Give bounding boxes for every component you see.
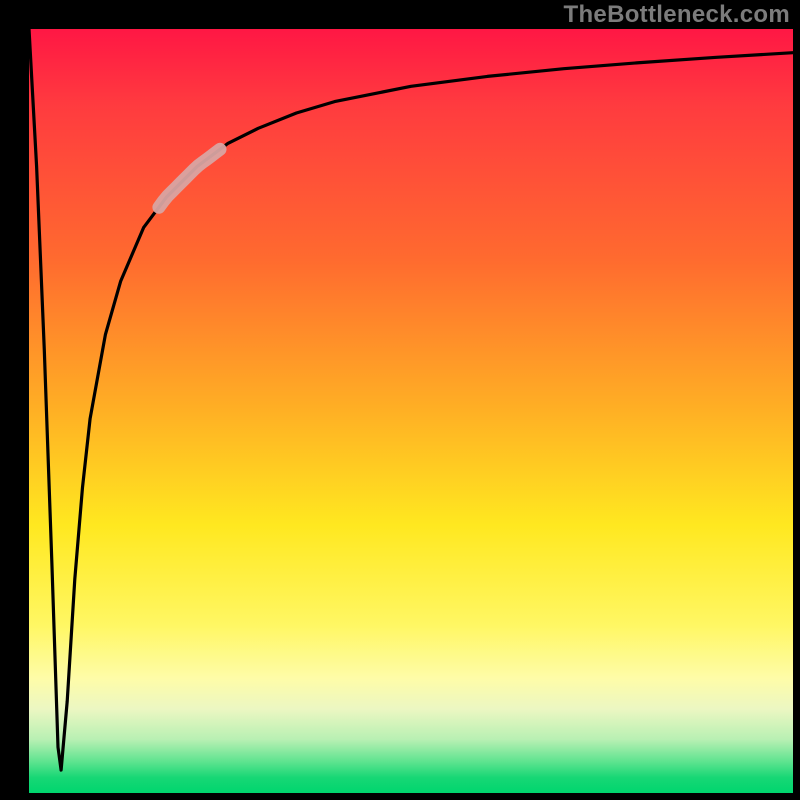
plot-area: [29, 29, 793, 793]
curve-svg: [29, 29, 793, 793]
watermark-text: TheBottleneck.com: [564, 1, 790, 29]
curve-highlight-path: [159, 149, 220, 207]
bottleneck-curve-path: [29, 29, 793, 770]
chart-frame: TheBottleneck.com: [0, 0, 800, 800]
